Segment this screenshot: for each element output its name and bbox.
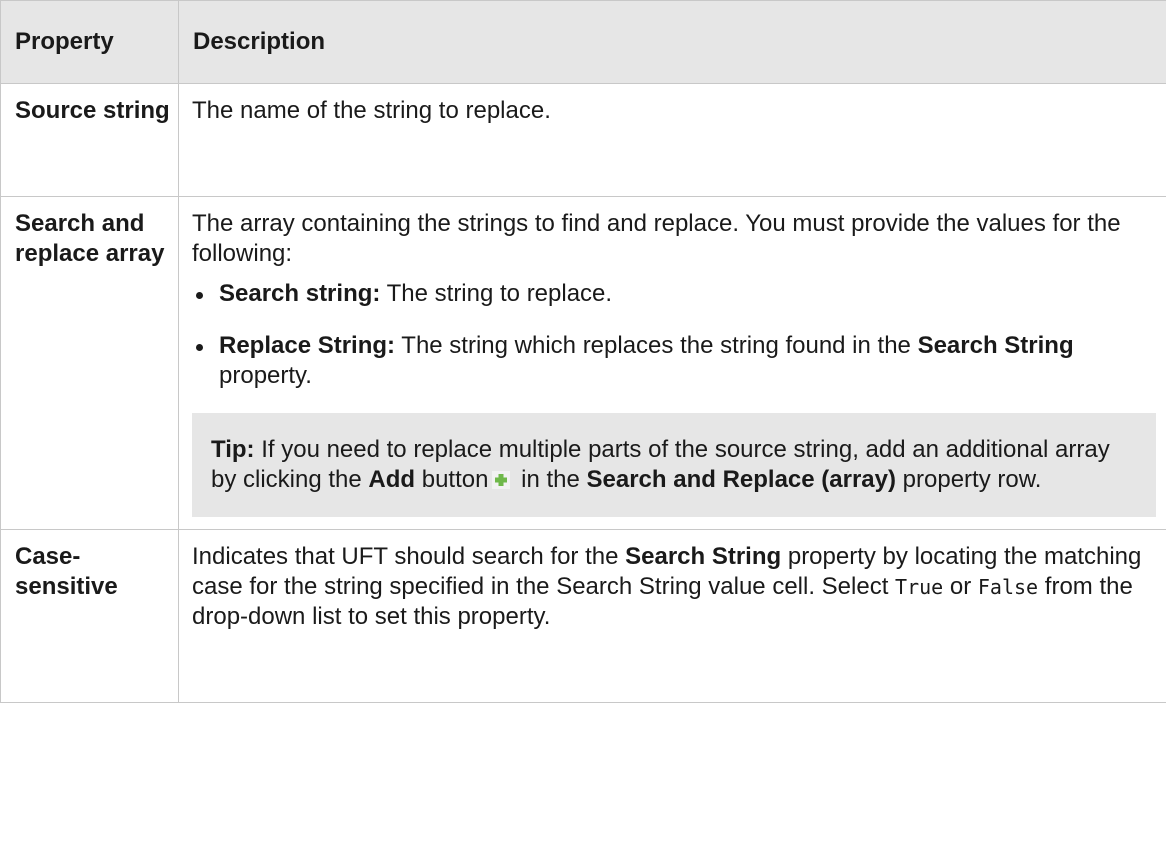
bullet-icon [196, 344, 203, 351]
bullet-text-end: property. [219, 362, 312, 389]
tip-label: Tip: [211, 436, 255, 463]
tip-text: property row. [896, 466, 1042, 493]
table-row: Source string The name of the string to … [0, 83, 1166, 197]
bullet-term: Replace String: [219, 332, 396, 359]
code-value-true: True [895, 575, 944, 599]
property-description: The array containing the strings to find… [178, 196, 1166, 530]
list-item: Replace String: The string which replace… [192, 331, 1156, 391]
column-header-description: Description [178, 0, 1166, 84]
property-name: Search and replace array [0, 196, 179, 530]
property-description: The name of the string to replace. [178, 83, 1166, 197]
bullet-text: The string to replace. [380, 280, 613, 307]
bullet-icon [196, 292, 203, 299]
code-value-false: False [977, 575, 1039, 599]
tip-box: Tip: If you need to replace multiple par… [192, 413, 1156, 517]
tip-property-ref: Search and Replace (array) [586, 466, 896, 493]
tip-text: in the [514, 466, 587, 493]
property-name: Source string [0, 83, 179, 197]
description-intro: The array containing the strings to find… [192, 210, 1121, 267]
list-item: Search string: The string to replace. [192, 279, 1156, 309]
bullet-text: The string which replaces the string fou… [395, 332, 918, 359]
description-term: Search String [625, 543, 782, 570]
table-header-row: Property Description [0, 0, 1166, 84]
property-name: Case-sensitive [0, 529, 179, 703]
description-text: Indicates that UFT should search for the [192, 543, 626, 570]
table-row: Case-sensitive Indicates that UFT should… [0, 529, 1166, 703]
bullet-list: Search string: The string to replace. Re… [192, 279, 1156, 391]
description-text: or [943, 573, 978, 600]
plus-icon [492, 471, 511, 489]
column-header-property: Property [0, 0, 179, 84]
tip-add-term: Add [368, 466, 416, 493]
tip-text: button [415, 466, 489, 493]
property-description: Indicates that UFT should search for the… [178, 529, 1166, 703]
table-row: Search and replace array The array conta… [0, 196, 1166, 530]
bullet-term: Search string: [219, 280, 381, 307]
property-table: Property Description Source string The n… [0, 0, 1166, 703]
bullet-term-ref: Search String [917, 332, 1074, 359]
